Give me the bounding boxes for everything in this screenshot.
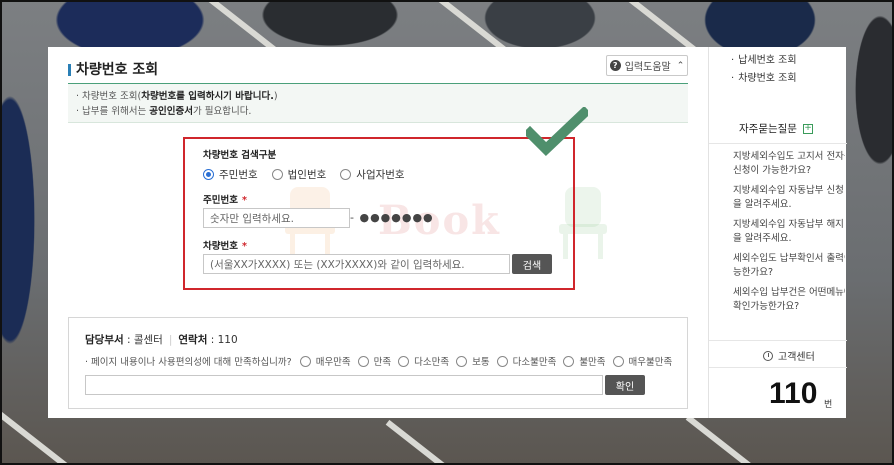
survey-option[interactable]: 매우만족 [299,354,351,368]
customer-center-number: 110 [769,377,818,410]
faq-title[interactable]: 자주묻는질문 + [739,121,813,136]
survey-option-dot[interactable] [299,355,311,367]
faq-item[interactable]: 지방세외수입 자동납부 신청 방을 알려주세요. [733,184,845,212]
survey-confirm-button[interactable]: 확인 [605,375,645,395]
survey-question-row: · 페이지 내용이나 사용편의성에 대해 만족하십니까? 매우만족 만족 다소만족 보… [85,354,672,368]
radio-rrn[interactable]: 주민번호 [203,167,258,182]
rrn-masked-back: - ●●●●●●● [350,211,434,224]
notice-line-2: · 납부를 위해서는 공인인증서가 필요합니다. [76,106,252,117]
customer-center-title: 고객센터 [763,348,815,363]
page-title: 차량번호 조회 [68,59,158,79]
radio-business[interactable]: 사업자번호 [340,167,405,182]
search-type-radio-group: 주민번호 법인번호 사업자번호 [203,167,405,182]
survey-option-dot[interactable] [496,355,508,367]
radio-rrn-dot[interactable] [203,169,214,180]
survey-comment-input[interactable] [85,375,603,395]
survey-option-dot[interactable] [398,355,410,367]
survey-option[interactable]: 만족 [357,354,391,368]
faq-item[interactable]: 세외수입 납부건은 어떤메뉴에확인가능한가요? [733,286,845,314]
rrn-label: 주민번호 * [203,195,247,206]
radio-business-dot[interactable] [340,169,352,180]
help-button[interactable]: ? 입력도움말 ⌃ [606,55,688,76]
title-bar: 차량번호 조회 ? 입력도움말 ⌃ [68,55,688,83]
help-button-label: 입력도움말 [624,62,671,73]
survey-option-dot[interactable] [612,355,624,367]
check-mark-icon [526,107,588,156]
car-number-label: 차량번호 * [203,241,247,252]
radio-corp-dot[interactable] [271,169,283,180]
plus-icon[interactable]: + [802,123,813,134]
radio-corp[interactable]: 법인번호 [271,167,326,182]
survey-option-dot[interactable] [456,355,468,367]
clock-icon [763,350,773,361]
divider [709,340,847,341]
dept-info: 담당부서 : 콜센터 | 연락처 : 110 [85,334,238,346]
sidebar-link-tax-number[interactable]: 납세번호 조회 [731,51,796,66]
satisfaction-survey: 담당부서 : 콜센터 | 연락처 : 110 · 페이지 내용이나 사용편의성에 대… [68,317,688,409]
customer-center-unit: 번 [824,400,833,410]
faq-item[interactable]: 세외수입도 납부확인서 출력이능한가요? [733,252,845,280]
survey-option[interactable]: 보통 [456,354,490,368]
chevron-up-icon: ⌃ [676,60,685,71]
main-area: 차량번호 조회 ? 입력도움말 ⌃ · 차량번호 조회(차량번호를 입력하시기 … [48,47,708,418]
search-button[interactable]: 검색 [512,254,552,274]
rrn-input[interactable]: 숫자만 입력하세요. [203,208,350,228]
survey-option[interactable]: 불만족 [563,354,606,368]
divider [709,367,847,368]
search-type-label: 차량번호 검색구분 [203,150,277,161]
sidebar: 납세번호 조회 차량번호 조회 자주묻는질문 + 지방세외수입도 고지서 전자송… [708,47,847,418]
survey-options: 매우만족 만족 다소만족 보통 다소불만족 불만족 매우불만족 [299,354,672,368]
survey-option-dot[interactable] [357,355,369,367]
survey-option[interactable]: 매우불만족 [612,354,672,368]
notice-box: · 차량번호 조회(차량번호를 입력하시기 바랍니다.) · 납부를 위해서는 … [68,83,688,123]
sidebar-link-car-number[interactable]: 차량번호 조회 [731,69,796,84]
faq-item[interactable]: 지방세외수입도 고지서 전자송신청이 가능한가요? [733,150,845,178]
faq-item[interactable]: 지방세외수입 자동납부 해지 방을 알려주세요. [733,218,845,246]
survey-option[interactable]: 다소만족 [398,354,449,368]
survey-option[interactable]: 다소불만족 [496,354,556,368]
divider [709,143,847,144]
car-number-input[interactable]: (서울XX가XXXX) 또는 (XX가XXXX)와 같이 입력하세요. [203,254,510,274]
notice-line-1: · 차량번호 조회(차량번호를 입력하시기 바랍니다.) [76,91,278,102]
content-panel: 차량번호 조회 ? 입력도움말 ⌃ · 차량번호 조회(차량번호를 입력하시기 … [48,47,847,418]
question-icon: ? [609,60,621,71]
survey-option-dot[interactable] [563,355,575,367]
